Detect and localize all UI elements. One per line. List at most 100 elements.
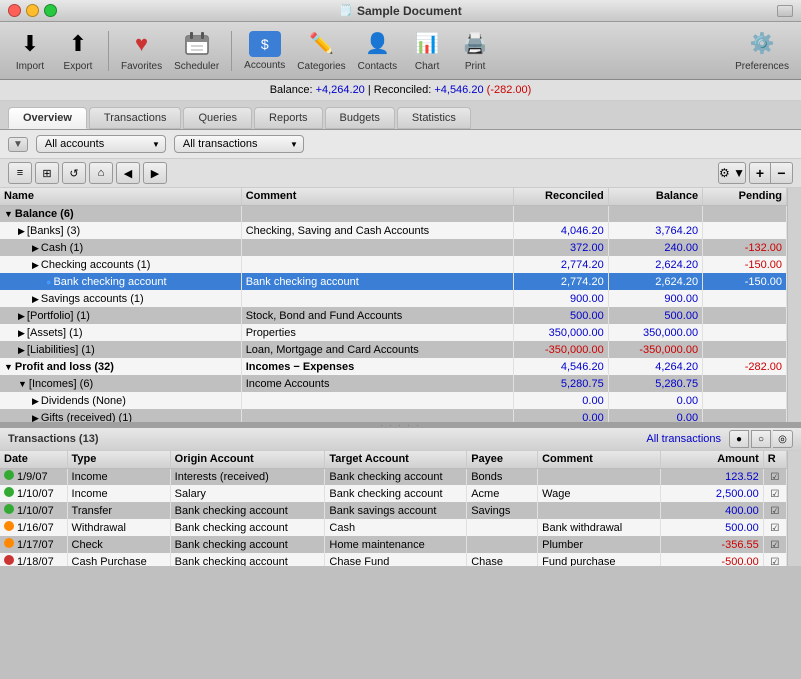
window-controls[interactable] bbox=[8, 4, 57, 17]
accounts-row[interactable]: ▼[Incomes] (6)Income Accounts5,280.755,2… bbox=[0, 375, 787, 392]
transactions-filter-wrapper[interactable]: All transactions bbox=[174, 135, 304, 153]
list-view-button[interactable]: ≡ bbox=[8, 162, 32, 184]
col-name[interactable]: Name bbox=[0, 188, 241, 205]
col-reconciled[interactable]: Reconciled bbox=[514, 188, 608, 205]
transaction-row[interactable]: 1/16/07WithdrawalBank checking accountCa… bbox=[0, 519, 787, 536]
resize-button[interactable] bbox=[777, 5, 793, 17]
accounts-cell-pending bbox=[703, 205, 787, 222]
trans-cell-payee bbox=[467, 519, 538, 536]
accounts-row[interactable]: ▶[Banks] (3)Checking, Saving and Cash Ac… bbox=[0, 222, 787, 239]
trans-view-btn-3[interactable]: ◎ bbox=[773, 430, 793, 448]
import-label: Import bbox=[16, 61, 44, 72]
export-button[interactable]: ⬆ Export bbox=[56, 26, 100, 76]
scheduler-button[interactable]: Scheduler bbox=[170, 26, 223, 76]
home-button[interactable]: ⌂ bbox=[89, 162, 113, 184]
filter-collapse[interactable]: ▼ bbox=[8, 137, 28, 152]
accounts-cell-reconciled: 2,774.20 bbox=[514, 273, 608, 290]
transaction-row[interactable]: 1/9/07IncomeInterests (received)Bank che… bbox=[0, 468, 787, 485]
transactions-filter[interactable]: All transactions bbox=[174, 135, 304, 153]
categories-button[interactable]: ✏️ Categories bbox=[293, 26, 349, 76]
preferences-icon: ⚙️ bbox=[748, 30, 776, 58]
trans-view-btn-1[interactable]: ● bbox=[729, 430, 749, 448]
trans-cell-comment: Bank withdrawal bbox=[538, 519, 660, 536]
transaction-row[interactable]: 1/18/07Cash PurchaseBank checking accoun… bbox=[0, 553, 787, 566]
back-button[interactable]: ◀ bbox=[116, 162, 140, 184]
trans-cell-payee: Bonds bbox=[467, 468, 538, 485]
balance-label: Balance: bbox=[270, 84, 316, 96]
tcol-r[interactable]: R bbox=[763, 451, 786, 468]
accounts-cell-balance: 4,264.20 bbox=[608, 358, 702, 375]
accounts-cell-balance: 350,000.00 bbox=[608, 324, 702, 341]
print-icon: 🖨️ bbox=[461, 30, 489, 58]
tcol-comment[interactable]: Comment bbox=[538, 451, 660, 468]
accounts-row[interactable]: ▶Cash (1)372.00240.00-132.00 bbox=[0, 239, 787, 256]
trans-cell-target: Bank checking account bbox=[325, 485, 467, 502]
transactions-scrollbar[interactable] bbox=[787, 451, 801, 566]
tcol-date[interactable]: Date bbox=[0, 451, 67, 468]
accounts-cell-reconciled: 0.00 bbox=[514, 409, 608, 422]
refresh-button[interactable]: ↺ bbox=[62, 162, 86, 184]
trans-cell-target: Cash bbox=[325, 519, 467, 536]
transaction-row[interactable]: 1/10/07IncomeSalaryBank checking account… bbox=[0, 485, 787, 502]
transactions-table: Date Type Origin Account Target Account … bbox=[0, 451, 787, 566]
accounts-button[interactable]: $ Accounts bbox=[240, 26, 289, 76]
accounts-row[interactable]: ▶Dividends (None)0.000.00 bbox=[0, 392, 787, 409]
tab-transactions[interactable]: Transactions bbox=[89, 107, 182, 129]
accounts-row[interactable]: ●Bank checking accountBank checking acco… bbox=[0, 273, 787, 290]
tab-reports[interactable]: Reports bbox=[254, 107, 323, 129]
tcol-amount[interactable]: Amount bbox=[660, 451, 763, 468]
tcol-target[interactable]: Target Account bbox=[325, 451, 467, 468]
accounts-row[interactable]: ▶Checking accounts (1)2,774.202,624.20-1… bbox=[0, 256, 787, 273]
remove-button[interactable]: − bbox=[771, 162, 793, 184]
transaction-row[interactable]: 1/17/07CheckBank checking accountHome ma… bbox=[0, 536, 787, 553]
col-balance[interactable]: Balance bbox=[608, 188, 702, 205]
col-comment[interactable]: Comment bbox=[241, 188, 514, 205]
accounts-row[interactable]: ▶Savings accounts (1)900.00900.00 bbox=[0, 290, 787, 307]
accounts-cell-reconciled: 2,774.20 bbox=[514, 256, 608, 273]
accounts-row[interactable]: ▼Balance (6) bbox=[0, 205, 787, 222]
add-button[interactable]: + bbox=[749, 162, 771, 184]
accounts-cell-comment bbox=[241, 239, 514, 256]
forward-button[interactable]: ▶ bbox=[143, 162, 167, 184]
chart-button[interactable]: 📊 Chart bbox=[405, 26, 449, 76]
accounts-cell-comment: Checking, Saving and Cash Accounts bbox=[241, 222, 514, 239]
accounts-cell-balance: 0.00 bbox=[608, 392, 702, 409]
accounts-filter[interactable]: All accounts bbox=[36, 135, 166, 153]
tcol-type[interactable]: Type bbox=[67, 451, 170, 468]
accounts-cell-balance: 3,764.20 bbox=[608, 222, 702, 239]
tab-queries[interactable]: Queries bbox=[183, 107, 252, 129]
transaction-row[interactable]: 1/10/07TransferBank checking accountBank… bbox=[0, 502, 787, 519]
accounts-filter-wrapper[interactable]: All accounts bbox=[36, 135, 166, 153]
transactions-all-label[interactable]: All transactions bbox=[646, 433, 721, 445]
tcol-origin[interactable]: Origin Account bbox=[170, 451, 325, 468]
minimize-button[interactable] bbox=[26, 4, 39, 17]
print-button[interactable]: 🖨️ Print bbox=[453, 26, 497, 76]
tcol-payee[interactable]: Payee bbox=[467, 451, 538, 468]
trans-cell-payee: Acme bbox=[467, 485, 538, 502]
favorites-button[interactable]: ♥ Favorites bbox=[117, 26, 166, 76]
grid-view-button[interactable]: ⊞ bbox=[35, 162, 59, 184]
trans-cell-target: Bank savings account bbox=[325, 502, 467, 519]
accounts-row[interactable]: ▶[Liabilities] (1)Loan, Mortgage and Car… bbox=[0, 341, 787, 358]
trans-cell-target: Home maintenance bbox=[325, 536, 467, 553]
accounts-row[interactable]: ▶[Assets] (1)Properties350,000.00350,000… bbox=[0, 324, 787, 341]
settings-button[interactable]: ⚙ ▼ bbox=[718, 162, 746, 184]
col-pending[interactable]: Pending bbox=[703, 188, 787, 205]
trans-view-btn-2[interactable]: ○ bbox=[751, 430, 771, 448]
preferences-button[interactable]: ⚙️ Preferences bbox=[731, 26, 793, 76]
accounts-cell-name: ▼Profit and loss (32) bbox=[0, 358, 241, 375]
accounts-name-text: [Liabilities] (1) bbox=[27, 344, 95, 356]
tab-overview[interactable]: Overview bbox=[8, 107, 87, 129]
trans-table-area: Date Type Origin Account Target Account … bbox=[0, 451, 787, 566]
contacts-button[interactable]: 👤 Contacts bbox=[354, 26, 401, 76]
accounts-scrollbar[interactable] bbox=[787, 188, 801, 422]
tab-statistics[interactable]: Statistics bbox=[397, 107, 471, 129]
tab-budgets[interactable]: Budgets bbox=[325, 107, 395, 129]
maximize-button[interactable] bbox=[44, 4, 57, 17]
import-button[interactable]: ⬇ Import bbox=[8, 26, 52, 76]
accounts-row[interactable]: ▶[Portfolio] (1)Stock, Bond and Fund Acc… bbox=[0, 307, 787, 324]
accounts-cell-pending bbox=[703, 324, 787, 341]
accounts-row[interactable]: ▼Profit and loss (32)Incomes − Expenses4… bbox=[0, 358, 787, 375]
window-title: Sample Document bbox=[357, 4, 462, 18]
close-button[interactable] bbox=[8, 4, 21, 17]
